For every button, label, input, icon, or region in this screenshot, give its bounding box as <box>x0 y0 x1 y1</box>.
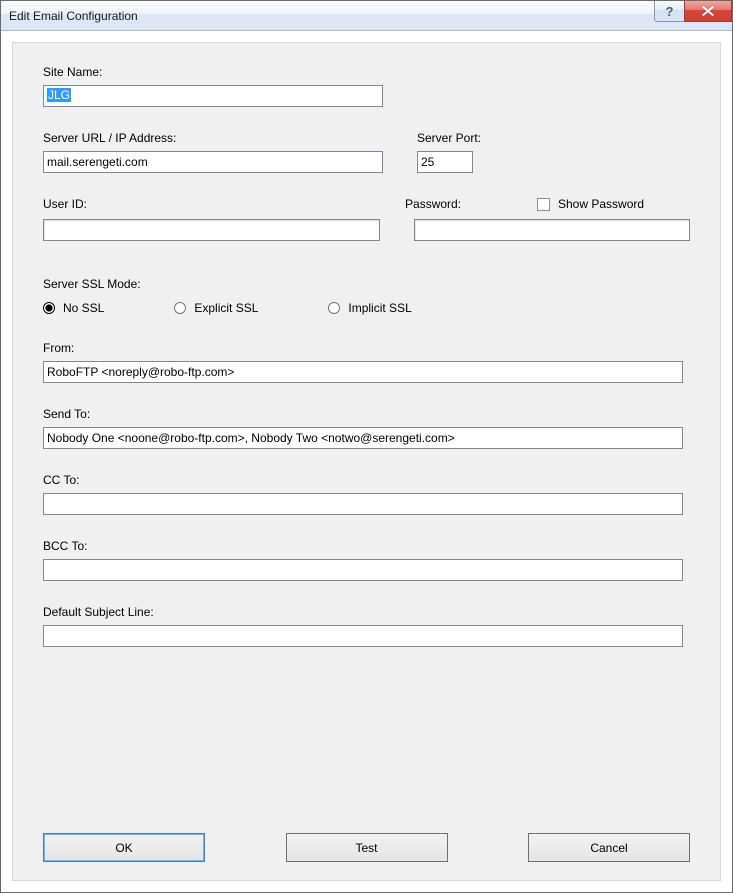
ssl-implicit-label: Implicit SSL <box>348 301 411 315</box>
content-area: Site Name: JLG Server URL / IP Address: … <box>1 31 732 892</box>
cc-to-label: CC To: <box>43 473 690 487</box>
ssl-explicit-label: Explicit SSL <box>194 301 258 315</box>
ssl-radio-explicit[interactable] <box>174 302 186 314</box>
dialog-buttons: OK Test Cancel <box>43 833 690 862</box>
ssl-option-explicit[interactable]: Explicit SSL <box>174 301 258 315</box>
user-id-input[interactable] <box>43 219 380 241</box>
from-label: From: <box>43 341 690 355</box>
ok-button[interactable]: OK <box>43 833 205 862</box>
ssl-option-implicit[interactable]: Implicit SSL <box>328 301 411 315</box>
test-button[interactable]: Test <box>286 833 448 862</box>
ssl-radio-none[interactable] <box>43 302 55 314</box>
site-name-group: Site Name: JLG <box>43 65 690 107</box>
credentials-row: Show Password User ID: Password: <box>43 197 690 241</box>
ssl-mode-group: Server SSL Mode: No SSL Explicit SSL Imp… <box>43 277 690 315</box>
close-icon <box>701 6 715 16</box>
password-label: Password: <box>405 197 461 211</box>
subject-label: Default Subject Line: <box>43 605 690 619</box>
cancel-button[interactable]: Cancel <box>528 833 690 862</box>
cc-to-group: CC To: <box>43 473 690 515</box>
send-to-group: Send To: <box>43 407 690 449</box>
server-port-label: Server Port: <box>417 131 481 145</box>
send-to-input[interactable] <box>43 427 683 449</box>
show-password-checkbox[interactable] <box>537 198 550 211</box>
titlebar: Edit Email Configuration ? <box>1 1 732 31</box>
close-button[interactable] <box>684 1 732 22</box>
ssl-option-none[interactable]: No SSL <box>43 301 104 315</box>
cc-to-input[interactable] <box>43 493 683 515</box>
server-row: Server URL / IP Address: Server Port: <box>43 131 690 173</box>
show-password-label: Show Password <box>558 197 644 211</box>
user-id-label: User ID: <box>43 197 87 211</box>
form-panel: Site Name: JLG Server URL / IP Address: … <box>12 42 721 881</box>
site-name-input[interactable] <box>43 85 383 107</box>
dialog-window: Edit Email Configuration ? Site Name: JL… <box>0 0 733 893</box>
password-input[interactable] <box>414 219 690 241</box>
show-password-group: Show Password <box>537 197 644 211</box>
window-title: Edit Email Configuration <box>9 9 138 23</box>
server-url-label: Server URL / IP Address: <box>43 131 383 145</box>
bcc-to-input[interactable] <box>43 559 683 581</box>
from-input[interactable] <box>43 361 683 383</box>
titlebar-buttons: ? <box>654 1 732 22</box>
help-button[interactable]: ? <box>654 1 684 22</box>
ssl-none-label: No SSL <box>63 301 104 315</box>
bcc-to-group: BCC To: <box>43 539 690 581</box>
subject-input[interactable] <box>43 625 683 647</box>
help-icon: ? <box>666 4 674 19</box>
subject-group: Default Subject Line: <box>43 605 690 647</box>
server-port-input[interactable] <box>417 151 473 173</box>
server-url-input[interactable] <box>43 151 383 173</box>
ssl-mode-label: Server SSL Mode: <box>43 277 690 291</box>
from-group: From: <box>43 341 690 383</box>
site-name-label: Site Name: <box>43 65 690 79</box>
ssl-radio-implicit[interactable] <box>328 302 340 314</box>
send-to-label: Send To: <box>43 407 690 421</box>
bcc-to-label: BCC To: <box>43 539 690 553</box>
